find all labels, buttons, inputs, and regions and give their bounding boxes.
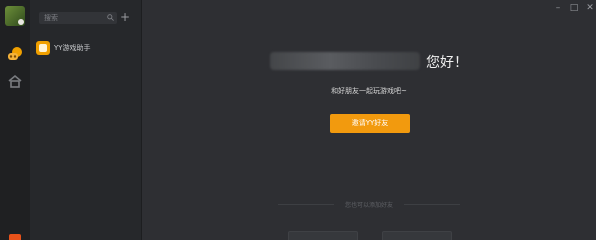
close-button[interactable]: ✕ [585,3,595,13]
search-input[interactable]: 搜索 [39,12,117,24]
friend-assistant-icon [36,41,50,55]
greeting: 您好！ [426,55,468,71]
main-content: – □ ✕ 您好！ 和好朋友一起玩游戏吧~ 邀请YY好友 您也可以添加好友 [142,0,596,240]
add-friend-button[interactable]: + [119,10,131,24]
minimize-button[interactable]: – [553,3,563,13]
home-icon[interactable] [7,73,23,89]
maximize-button[interactable]: □ [569,3,579,13]
blurred-username [270,52,420,70]
search-icon[interactable] [107,14,114,21]
bottom-action-button[interactable] [382,231,452,240]
avatar[interactable] [5,6,25,26]
friend-name: YY游戏助手 [54,44,91,52]
icon-rail [0,0,30,240]
friend-list-item[interactable]: YY游戏助手 [34,40,138,58]
divider-text: 您也可以添加好友 [344,202,393,209]
friend-list-panel: 搜索 + YY游戏助手 [30,0,142,240]
bottom-action-button[interactable] [288,231,358,240]
notification-icon[interactable] [9,234,21,240]
invite-friends-button[interactable]: 邀请YY好友 [330,114,410,133]
divider [404,204,460,205]
subtitle: 和好朋友一起玩游戏吧~ [331,87,407,95]
game-controller-icon[interactable] [7,46,23,62]
search-placeholder: 搜索 [44,14,58,22]
